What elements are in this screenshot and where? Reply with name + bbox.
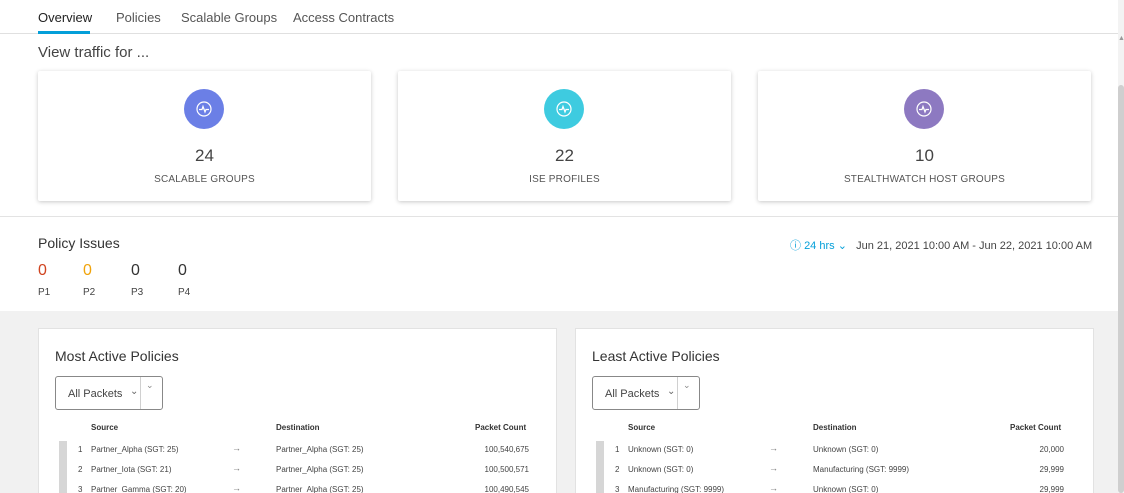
arrow-right-icon: → [232,443,241,453]
destination-cell: Partner_Alpha (SGT: 25) [276,445,364,454]
packet-count-cell: 100,490,545 [484,485,530,493]
dropdown-separator [140,377,141,409]
row-index: 2 [615,465,620,474]
source-cell: Manufacturing (SGT: 9999) [628,485,725,493]
tab-bar: Overview Policies Scalable Groups Access… [0,0,1118,34]
chevron-down-icon: ⌄ [146,380,154,390]
card-ise-profiles[interactable]: 22 ISE PROFILES [398,71,731,201]
most-active-policies-panel: Most Active Policies All Packets ⌄ ⌄ Sou… [38,328,557,493]
dropdown-value: All Packets [68,388,123,400]
time-range-label: Jun 21, 2021 10:00 AM - Jun 22, 2021 10:… [856,240,1093,252]
chevron-down-icon[interactable]: ⌄ [838,240,847,252]
destination-cell: Unknown (SGT: 0) [813,445,879,454]
dropdown-value: All Packets [605,388,660,400]
row-index: 2 [78,465,83,474]
arrow-right-icon: → [769,463,778,473]
panel-title: Most Active Policies [55,348,179,364]
source-cell: Unknown (SGT: 0) [628,445,694,454]
tab-policies[interactable]: Policies [116,10,161,25]
view-traffic-heading: View traffic for ... [38,44,150,61]
scrollbar-thumb[interactable] [1118,85,1124,493]
dropdown-separator [677,377,678,409]
packet-count-cell: 100,540,675 [484,445,530,454]
least-active-policies-panel: Least Active Policies All Packets ⌄ ⌄ So… [575,328,1094,493]
p1-count[interactable]: 0 [38,262,47,280]
column-header-destination[interactable]: Destination [813,423,857,432]
section-divider [0,216,1118,217]
activity-icon [904,89,944,129]
p3-count[interactable]: 0 [131,262,140,280]
clock-icon: ⓘ [790,240,801,252]
card-label: SCALABLE GROUPS [154,174,255,185]
tab-access-contracts[interactable]: Access Contracts [293,10,394,25]
row-indicator-bar [59,441,67,493]
chevron-down-icon: ⌄ [667,386,676,397]
row-index: 3 [78,485,83,493]
card-stealthwatch-host-groups[interactable]: 10 STEALTHWATCH HOST GROUPS [758,71,1091,201]
packets-filter-dropdown[interactable]: All Packets ⌄ ⌄ [592,376,700,410]
p3-label: P3 [131,287,144,298]
scrollbar[interactable]: ▲ [1118,0,1124,493]
tab-overview[interactable]: Overview [38,10,92,25]
policy-issues-title: Policy Issues [38,235,120,251]
row-index: 3 [615,485,620,493]
arrow-right-icon: → [769,443,778,453]
p1-label: P1 [38,287,51,298]
packet-count-cell: 29,999 [1039,485,1064,493]
column-header-packet-count[interactable]: Packet Count [475,423,526,432]
activity-icon [184,89,224,129]
card-count: 24 [195,146,214,165]
card-count: 22 [555,146,574,165]
card-count: 10 [915,146,934,165]
p4-count[interactable]: 0 [178,262,187,280]
arrow-right-icon: → [769,483,778,493]
packets-filter-dropdown[interactable]: All Packets ⌄ ⌄ [55,376,163,410]
p2-count[interactable]: 0 [83,262,92,280]
tab-scalable-groups[interactable]: Scalable Groups [181,10,277,25]
source-cell: Partner_Alpha (SGT: 25) [91,445,179,454]
p4-label: P4 [178,287,191,298]
chevron-down-icon: ⌄ [683,380,691,390]
arrow-right-icon: → [232,463,241,473]
destination-cell: Partner_Alpha (SGT: 25) [276,465,364,474]
chevron-down-icon: ⌄ [130,386,139,397]
card-scalable-groups[interactable]: 24 SCALABLE GROUPS [38,71,371,201]
scroll-up-icon[interactable]: ▲ [1118,35,1124,42]
column-header-source[interactable]: Source [628,423,655,432]
column-header-source[interactable]: Source [91,423,118,432]
source-cell: Partner_Iota (SGT: 21) [91,465,172,474]
row-indicator-bar [596,441,604,493]
column-header-destination[interactable]: Destination [276,423,320,432]
source-cell: Partner_Gamma (SGT: 20) [91,485,187,493]
row-index: 1 [78,445,83,454]
card-label: ISE PROFILES [529,174,600,185]
packet-count-cell: 100,500,571 [484,465,530,474]
destination-cell: Unknown (SGT: 0) [813,485,879,493]
time-period[interactable]: 24 hrs [804,240,835,252]
column-header-packet-count[interactable]: Packet Count [1010,423,1061,432]
panel-title: Least Active Policies [592,348,720,364]
row-index: 1 [615,445,620,454]
packet-count-cell: 29,999 [1039,465,1064,474]
time-range-selector[interactable]: ⓘ 24 hrs ⌄ Jun 21, 2021 10:00 AM - Jun 2… [790,237,1092,253]
card-label: STEALTHWATCH HOST GROUPS [843,174,1006,185]
packet-count-cell: 20,000 [1039,445,1064,454]
arrow-right-icon: → [232,483,241,493]
destination-cell: Manufacturing (SGT: 9999) [813,465,910,474]
destination-cell: Partner_Alpha (SGT: 25) [276,485,364,493]
source-cell: Unknown (SGT: 0) [628,465,694,474]
activity-icon [544,89,584,129]
p2-label: P2 [83,287,96,298]
active-tab-indicator [38,31,90,34]
